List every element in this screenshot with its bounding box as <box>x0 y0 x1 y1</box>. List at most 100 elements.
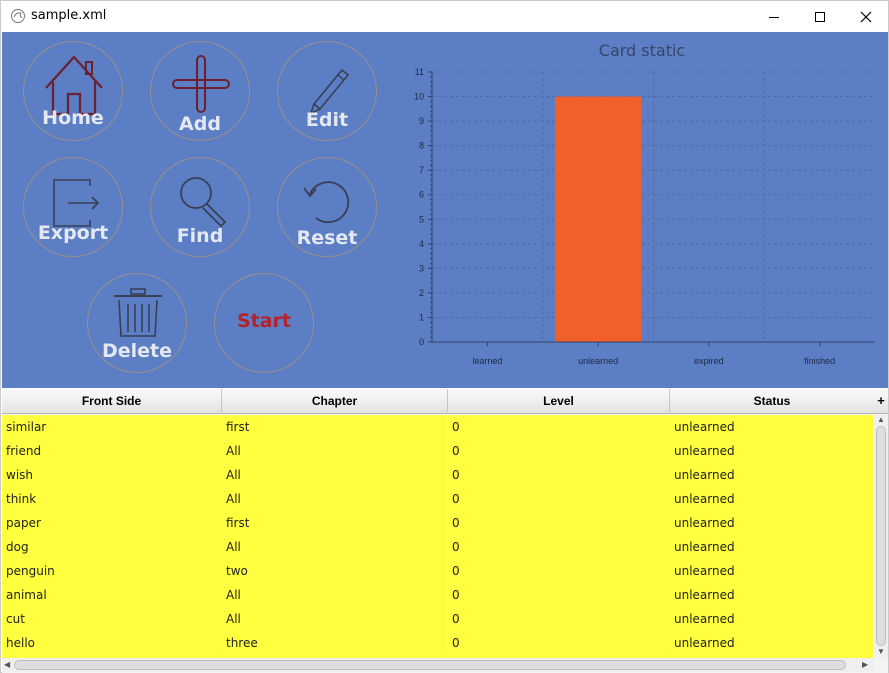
home-button[interactable]: Home <box>23 41 123 141</box>
table-cell: unlearned <box>670 559 874 583</box>
maximize-icon <box>815 11 825 22</box>
column-header-chapter[interactable]: Chapter <box>222 389 448 414</box>
table-cell: unlearned <box>670 463 874 487</box>
close-icon <box>860 11 872 22</box>
y-tick-label: 7 <box>419 165 424 175</box>
table-header: Front Side Chapter Level Status <box>2 389 874 414</box>
app-icon <box>11 9 25 23</box>
table-row[interactable]: dog All 0 unlearned <box>2 535 874 559</box>
table-cell: first <box>222 511 448 535</box>
y-tick-label: 2 <box>419 288 424 298</box>
bar-unlearned[interactable] <box>554 96 642 342</box>
table-row[interactable]: similar first 0 unlearned <box>2 415 874 439</box>
vertical-scroll-thumb[interactable] <box>876 426 886 646</box>
table-cell: 0 <box>448 535 670 559</box>
y-tick-label: 0 <box>419 337 424 347</box>
reset-label: Reset <box>296 227 358 249</box>
find-label: Find <box>176 225 224 247</box>
table-body: similar first 0 unlearned friend All 0 unlearne… <box>2 415 874 655</box>
export-label: Export <box>37 222 109 244</box>
reset-button[interactable]: Reset <box>277 157 377 257</box>
table-cell: three <box>222 631 448 655</box>
horizontal-scrollbar[interactable]: ◀ ▶ <box>2 658 874 672</box>
y-tick-label: 5 <box>419 214 424 224</box>
title-bar: sample.xml <box>1 1 888 32</box>
table-cell: All <box>222 439 448 463</box>
close-button[interactable] <box>843 1 889 32</box>
maximize-button[interactable] <box>797 1 843 32</box>
scroll-left-icon[interactable]: ◀ <box>4 660 10 669</box>
export-button[interactable]: Export <box>23 157 123 257</box>
table-row[interactable]: cut All 0 unlearned <box>2 607 874 631</box>
table-cell: unlearned <box>670 439 874 463</box>
app-window: sample.xml Home Add Edit Export Find Res… <box>0 0 889 673</box>
table-cell: dog <box>2 535 222 559</box>
delete-label: Delete <box>101 340 173 362</box>
column-header-status[interactable]: Status <box>670 389 874 414</box>
table-cell: All <box>222 487 448 511</box>
column-menu-button[interactable]: + <box>874 389 888 414</box>
y-tick-label: 11 <box>415 67 424 77</box>
table-cell: unlearned <box>670 511 874 535</box>
table-row[interactable]: hello three 0 unlearned <box>2 631 874 655</box>
column-header-level[interactable]: Level <box>448 389 670 414</box>
y-tick-label: 10 <box>414 92 424 102</box>
column-header-front-side[interactable]: Front Side <box>2 389 222 414</box>
table-cell: All <box>222 535 448 559</box>
find-button[interactable]: Find <box>150 157 250 257</box>
table-row[interactable]: paper first 0 unlearned <box>2 511 874 535</box>
table-cell: All <box>222 463 448 487</box>
table-cell: unlearned <box>670 487 874 511</box>
table-cell: 0 <box>448 607 670 631</box>
table-cell: 0 <box>448 631 670 655</box>
start-label: Start <box>236 310 292 332</box>
bar-chart: 0 1 2 3 4 5 6 7 8 9 10 11 learned unlearned expired fin… <box>414 67 875 366</box>
table-cell: friend <box>2 439 222 463</box>
minimize-icon <box>769 16 779 18</box>
x-tick-label-expired: expired <box>694 356 724 366</box>
table-cell: cut <box>2 607 222 631</box>
table-cell: All <box>222 607 448 631</box>
add-label: Add <box>179 113 221 135</box>
y-tick-label: 1 <box>419 312 424 322</box>
scroll-up-icon[interactable]: ▲ <box>877 415 885 424</box>
add-button[interactable]: Add <box>150 41 250 141</box>
table-cell: first <box>222 415 448 439</box>
table-cell: 0 <box>448 487 670 511</box>
y-tick-label: 3 <box>419 263 424 273</box>
table-cell: 0 <box>448 511 670 535</box>
table-cell: 0 <box>448 439 670 463</box>
table-cell: All <box>222 583 448 607</box>
scroll-down-icon[interactable]: ▼ <box>877 647 885 656</box>
table-cell: paper <box>2 511 222 535</box>
y-tick-label: 4 <box>419 239 424 249</box>
x-tick-label-unlearned: unlearned <box>578 356 618 366</box>
y-tick-label: 9 <box>419 116 424 126</box>
table-row[interactable]: wish All 0 unlearned <box>2 463 874 487</box>
control-panel: Home Add Edit Export Find Reset Delete S… <box>2 32 888 388</box>
table-cell: think <box>2 487 222 511</box>
table-cell: 0 <box>448 463 670 487</box>
scroll-right-icon[interactable]: ▶ <box>862 660 868 669</box>
vertical-scrollbar[interactable]: ▲ ▼ <box>874 415 888 658</box>
start-button[interactable]: Start <box>214 273 314 373</box>
delete-button[interactable]: Delete <box>87 273 187 373</box>
y-tick-label: 8 <box>419 141 424 151</box>
table-cell: 0 <box>448 415 670 439</box>
home-label: Home <box>42 107 104 129</box>
horizontal-scroll-thumb[interactable] <box>14 660 846 670</box>
table-row[interactable]: friend All 0 unlearned <box>2 439 874 463</box>
table-cell: unlearned <box>670 535 874 559</box>
x-tick-label-finished: finished <box>804 356 835 366</box>
minimize-button[interactable] <box>751 1 797 32</box>
table-cell: 0 <box>448 559 670 583</box>
table-cell: unlearned <box>670 607 874 631</box>
table-row[interactable]: animal All 0 unlearned <box>2 583 874 607</box>
table-cell: wish <box>2 463 222 487</box>
table-cell: penguin <box>2 559 222 583</box>
table-row[interactable]: think All 0 unlearned <box>2 487 874 511</box>
table-cell: unlearned <box>670 583 874 607</box>
edit-button[interactable]: Edit <box>277 41 377 141</box>
table-row[interactable]: penguin two 0 unlearned <box>2 559 874 583</box>
table-cell: two <box>222 559 448 583</box>
